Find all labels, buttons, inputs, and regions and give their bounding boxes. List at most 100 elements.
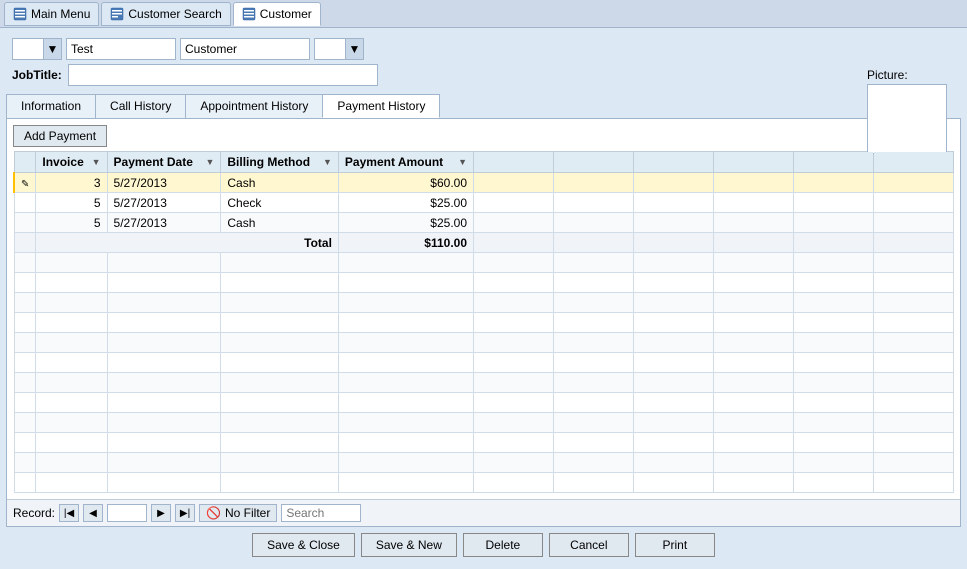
- empty-row: [14, 453, 954, 473]
- tab-call-history[interactable]: Call History: [95, 94, 186, 118]
- suffix-arrow[interactable]: ▼: [345, 39, 363, 59]
- record-number-input[interactable]: [107, 504, 147, 522]
- tab-customer-search-label: Customer Search: [128, 7, 221, 21]
- cancel-button[interactable]: Cancel: [549, 533, 629, 557]
- billing-method-filter-arrow[interactable]: ▼: [323, 157, 332, 167]
- print-button[interactable]: Print: [635, 533, 715, 557]
- picture-area: Picture:: [867, 68, 947, 154]
- total-row: Total $110.00: [14, 233, 954, 253]
- record-label: Record:: [13, 506, 55, 520]
- main-content: ▼ ▼ JobTitle: Picture: Information: [0, 28, 967, 569]
- empty-row: [14, 433, 954, 453]
- tab-payment-history[interactable]: Payment History: [322, 94, 440, 118]
- row-indicator-header: [14, 152, 36, 173]
- payment-amount-cell-2: $25.00: [338, 193, 473, 213]
- prefix-dropdown[interactable]: ▼: [12, 38, 62, 60]
- total-indicator: [14, 233, 36, 253]
- row-indicator-2: [14, 193, 36, 213]
- prefix-arrow[interactable]: ▼: [43, 39, 61, 59]
- extra-col-2: [554, 152, 634, 173]
- no-filter-button[interactable]: 🚫 No Filter: [199, 504, 277, 522]
- prefix-input[interactable]: [13, 40, 43, 58]
- empty-row: [14, 273, 954, 293]
- invoice-cell-1: 3: [36, 173, 107, 193]
- total-amount-cell: $110.00: [338, 233, 473, 253]
- last-name-input[interactable]: [180, 38, 310, 60]
- picture-box: [867, 84, 947, 154]
- table-row[interactable]: ✎ 3 5/27/2013 Cash $60.00: [14, 173, 954, 193]
- customer-header-area: ▼ ▼ JobTitle: Picture:: [6, 34, 961, 94]
- empty-row: [14, 313, 954, 333]
- empty-row: [14, 333, 954, 353]
- payment-date-header[interactable]: Payment Date ▼: [107, 152, 221, 173]
- invoice-cell-2: 5: [36, 193, 107, 213]
- nav-prev-button[interactable]: ◀: [83, 504, 103, 522]
- payment-table: Invoice ▼ Payment Date ▼: [13, 151, 954, 493]
- suffix-dropdown[interactable]: ▼: [314, 38, 364, 60]
- tab-appointment-history[interactable]: Appointment History: [185, 94, 323, 118]
- tab-information[interactable]: Information: [6, 94, 96, 118]
- tab-customer-label: Customer: [260, 7, 312, 21]
- nav-first-button[interactable]: |◀: [59, 504, 79, 522]
- add-payment-button[interactable]: Add Payment: [13, 125, 107, 147]
- person-icon: [242, 7, 256, 21]
- empty-row: [14, 473, 954, 493]
- sub-tabs: Information Call History Appointment His…: [6, 94, 961, 118]
- first-name-input[interactable]: [66, 38, 176, 60]
- payment-date-cell-2: 5/27/2013: [107, 193, 221, 213]
- no-filter-label: No Filter: [225, 506, 270, 520]
- delete-button[interactable]: Delete: [463, 533, 543, 557]
- table-row[interactable]: 5 5/27/2013 Check $25.00: [14, 193, 954, 213]
- row-indicator-3: [14, 213, 36, 233]
- home-icon: [13, 7, 27, 21]
- funnel-icon: 🚫: [206, 506, 221, 520]
- job-title-label: JobTitle:: [12, 68, 62, 82]
- payment-amount-cell-3: $25.00: [338, 213, 473, 233]
- empty-row: [14, 353, 954, 373]
- payment-date-cell-3: 5/27/2013: [107, 213, 221, 233]
- payment-amount-filter-arrow[interactable]: ▼: [458, 157, 467, 167]
- search-icon: [110, 7, 124, 21]
- title-bar: Main Menu Customer Search Customer: [0, 0, 967, 28]
- extra-col-5: [794, 152, 874, 173]
- customer-header: ▼ ▼ JobTitle:: [6, 34, 961, 90]
- extra-col-3: [634, 152, 714, 173]
- billing-method-header[interactable]: Billing Method ▼: [221, 152, 339, 173]
- empty-row: [14, 293, 954, 313]
- picture-label: Picture:: [867, 68, 947, 82]
- nav-last-button[interactable]: ▶|: [175, 504, 195, 522]
- extra-col-4: [714, 152, 794, 173]
- invoice-filter-arrow[interactable]: ▼: [92, 157, 101, 167]
- save-new-button[interactable]: Save & New: [361, 533, 457, 557]
- search-input[interactable]: [281, 504, 361, 522]
- billing-method-cell-3: Cash: [221, 213, 339, 233]
- pencil-icon: ✎: [21, 179, 29, 190]
- suffix-input[interactable]: [315, 40, 345, 58]
- total-label-cell: Total: [36, 233, 339, 253]
- billing-method-cell-2: Check: [221, 193, 339, 213]
- save-close-button[interactable]: Save & Close: [252, 533, 355, 557]
- payment-amount-header[interactable]: Payment Amount ▼: [338, 152, 473, 173]
- extra-col-6: [874, 152, 954, 173]
- empty-row: [14, 253, 954, 273]
- payment-data-grid[interactable]: Invoice ▼ Payment Date ▼: [13, 151, 954, 499]
- payment-date-cell-1: 5/27/2013: [107, 173, 221, 193]
- payment-date-filter-arrow[interactable]: ▼: [205, 157, 214, 167]
- record-nav: Record: |◀ ◀ ▶ ▶| 🚫 No Filter: [7, 499, 960, 526]
- payment-amount-cell-1: $60.00: [338, 173, 473, 193]
- row-indicator-1: ✎: [14, 173, 36, 193]
- job-title-input[interactable]: [68, 64, 378, 86]
- table-header-row: Invoice ▼ Payment Date ▼: [14, 152, 954, 173]
- empty-row: [14, 373, 954, 393]
- invoice-header[interactable]: Invoice ▼: [36, 152, 107, 173]
- nav-next-button[interactable]: ▶: [151, 504, 171, 522]
- tab-customer-search[interactable]: Customer Search: [101, 2, 230, 26]
- tab-main-menu-label: Main Menu: [31, 7, 90, 21]
- bottom-buttons: Save & Close Save & New Delete Cancel Pr…: [6, 527, 961, 563]
- empty-row: [14, 413, 954, 433]
- tab-main-menu[interactable]: Main Menu: [4, 2, 99, 26]
- table-row[interactable]: 5 5/27/2013 Cash $25.00: [14, 213, 954, 233]
- payment-history-panel: Add Payment Invoice ▼: [6, 118, 961, 527]
- extra-col-1: [474, 152, 554, 173]
- tab-customer[interactable]: Customer: [233, 2, 321, 26]
